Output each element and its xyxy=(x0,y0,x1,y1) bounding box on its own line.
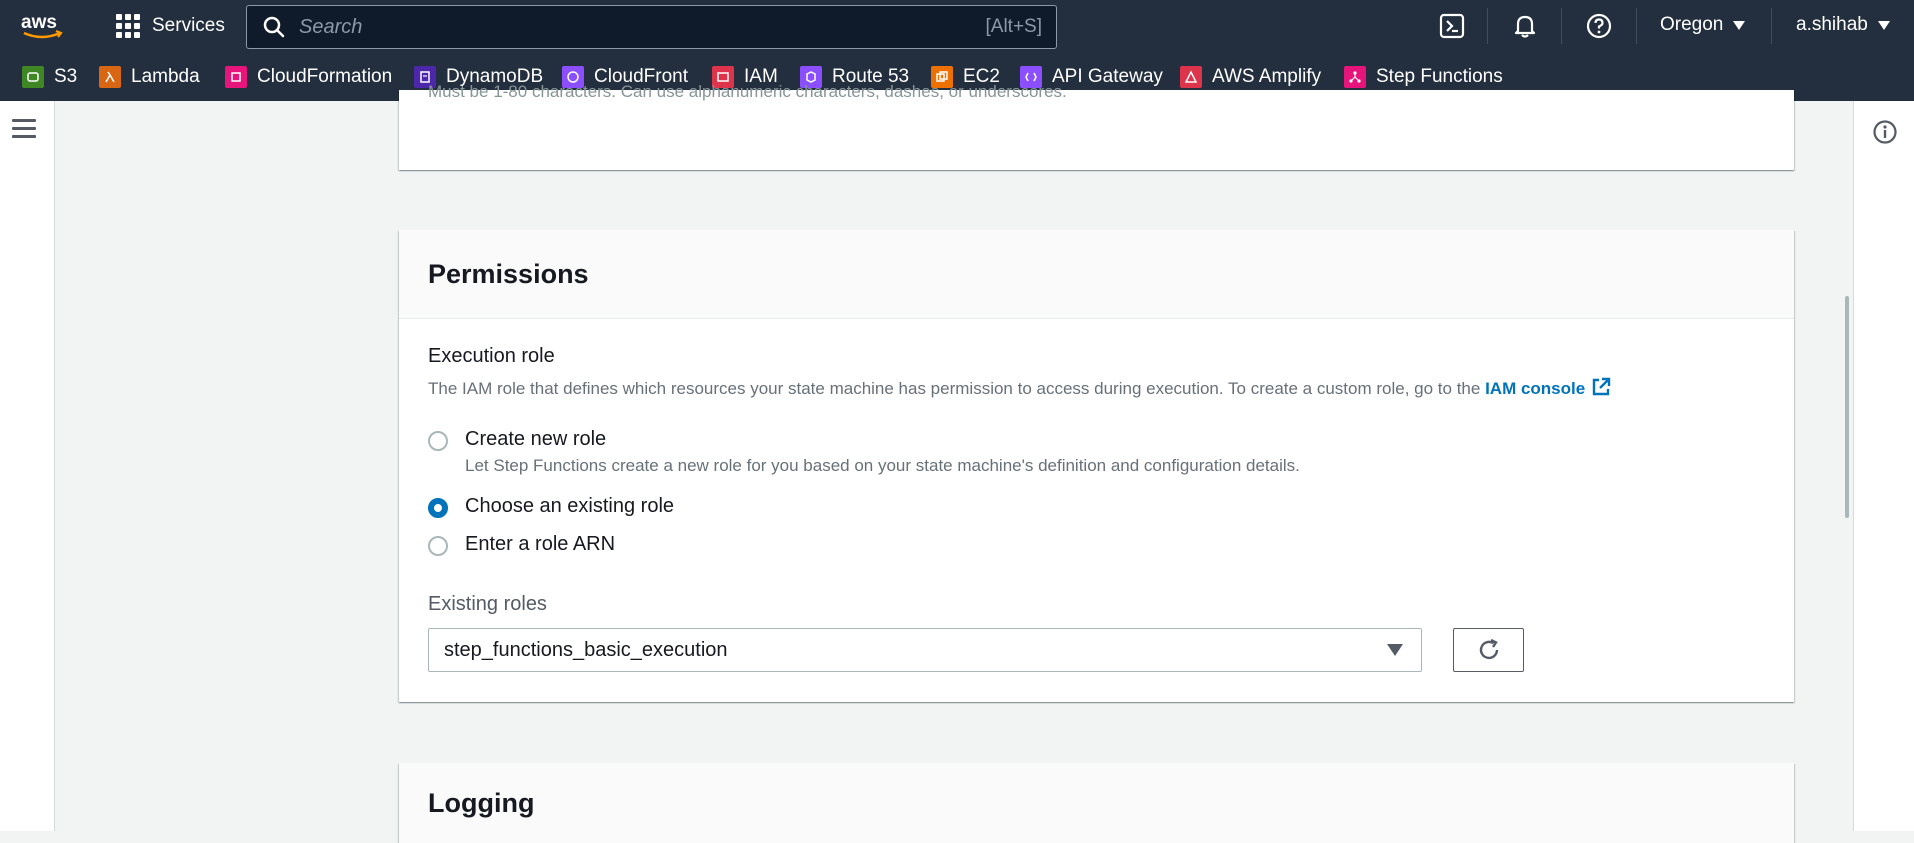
name-section-panel: Must be 1-80 characters. Can use alphanu… xyxy=(399,82,1794,170)
execution-role-label: Execution role xyxy=(428,345,555,367)
s3-icon xyxy=(22,66,44,88)
caret-down-icon xyxy=(1733,20,1746,30)
logging-title: Logging xyxy=(428,787,535,818)
lambda-icon xyxy=(99,66,121,88)
search-shortcut-hint: [Alt+S] xyxy=(985,16,1043,37)
notifications-bell-icon[interactable] xyxy=(1512,13,1538,39)
services-label: Services xyxy=(152,15,225,36)
favorite-lambda[interactable]: Lambda xyxy=(99,65,200,89)
choose-existing-role-label[interactable]: Choose an existing role xyxy=(465,495,674,518)
create-new-role-description: Let Step Functions create a new role for… xyxy=(465,456,1300,475)
logging-header: Logging xyxy=(399,763,1794,843)
favorite-label: Lambda xyxy=(131,66,200,87)
favorite-aws-amplify[interactable]: AWS Amplify xyxy=(1180,65,1321,89)
scrollbar-thumb[interactable] xyxy=(1845,296,1849,518)
refresh-roles-button[interactable] xyxy=(1453,628,1524,672)
selected-role-value: step_functions_basic_execution xyxy=(444,638,728,661)
enter-role-arn-radio[interactable] xyxy=(428,536,448,556)
aws-logo[interactable]: aws xyxy=(20,11,68,43)
region-label: Oregon xyxy=(1660,14,1724,35)
search-placeholder: Search xyxy=(299,15,363,38)
favorite-step-functions[interactable]: Step Functions xyxy=(1344,65,1503,89)
favorite-cloudformation[interactable]: CloudFormation xyxy=(225,65,392,89)
search-input[interactable]: Search [Alt+S] xyxy=(246,5,1057,49)
favorite-s3[interactable]: S3 xyxy=(22,65,77,89)
cloudshell-icon[interactable] xyxy=(1439,13,1465,39)
permissions-panel: Permissions Execution role The IAM role … xyxy=(399,230,1794,702)
account-username: a.shihab xyxy=(1796,14,1868,35)
iam-console-link[interactable]: IAM console xyxy=(1485,377,1611,398)
favorite-label: CloudFormation xyxy=(257,66,393,87)
services-menu-button[interactable]: Services xyxy=(116,12,225,40)
refresh-icon xyxy=(1479,638,1498,660)
region-selector[interactable]: Oregon xyxy=(1660,14,1746,36)
amplify-icon xyxy=(1180,66,1202,88)
info-icon[interactable] xyxy=(1872,119,1898,145)
create-new-role-label[interactable]: Create new role xyxy=(465,428,606,451)
enter-role-arn-label[interactable]: Enter a role ARN xyxy=(465,533,615,556)
execution-role-desc-text: The IAM role that defines which resource… xyxy=(428,379,1481,398)
dropdown-caret-icon xyxy=(1387,644,1403,656)
services-grid-icon xyxy=(116,14,140,38)
existing-roles-label: Existing roles xyxy=(428,593,547,615)
existing-roles-select[interactable]: step_functions_basic_execution xyxy=(428,628,1422,672)
search-icon xyxy=(263,16,285,38)
hamburger-menu-icon[interactable] xyxy=(12,119,36,139)
permissions-title: Permissions xyxy=(428,258,589,289)
choose-existing-role-radio[interactable] xyxy=(428,498,448,518)
favorite-label: AWS Amplify xyxy=(1212,66,1322,87)
create-new-role-radio[interactable] xyxy=(428,431,448,451)
top-navigation-bar: aws Services Search [Alt+S] Oregon a.shi… xyxy=(0,0,1914,52)
iam-console-link-text: IAM console xyxy=(1485,379,1586,398)
right-tools-rail xyxy=(1853,101,1914,831)
favorite-label: Step Functions xyxy=(1376,66,1503,87)
svg-text:aws: aws xyxy=(21,12,57,33)
cloudformation-icon xyxy=(225,66,247,88)
favorite-label: API Gateway xyxy=(1052,66,1163,87)
favorite-label: S3 xyxy=(54,66,78,87)
account-menu[interactable]: a.shihab xyxy=(1796,14,1890,36)
logging-panel: Logging xyxy=(399,763,1794,843)
caret-down-icon xyxy=(1877,20,1890,30)
step-functions-icon xyxy=(1344,66,1366,88)
external-link-icon xyxy=(1593,377,1611,396)
help-icon[interactable] xyxy=(1586,13,1612,39)
permissions-header: Permissions xyxy=(399,230,1794,319)
name-constraint-hint: Must be 1-80 characters. Can use alphanu… xyxy=(428,82,1067,101)
left-navigation-rail xyxy=(0,101,55,831)
execution-role-description: The IAM role that defines which resource… xyxy=(428,377,1611,399)
